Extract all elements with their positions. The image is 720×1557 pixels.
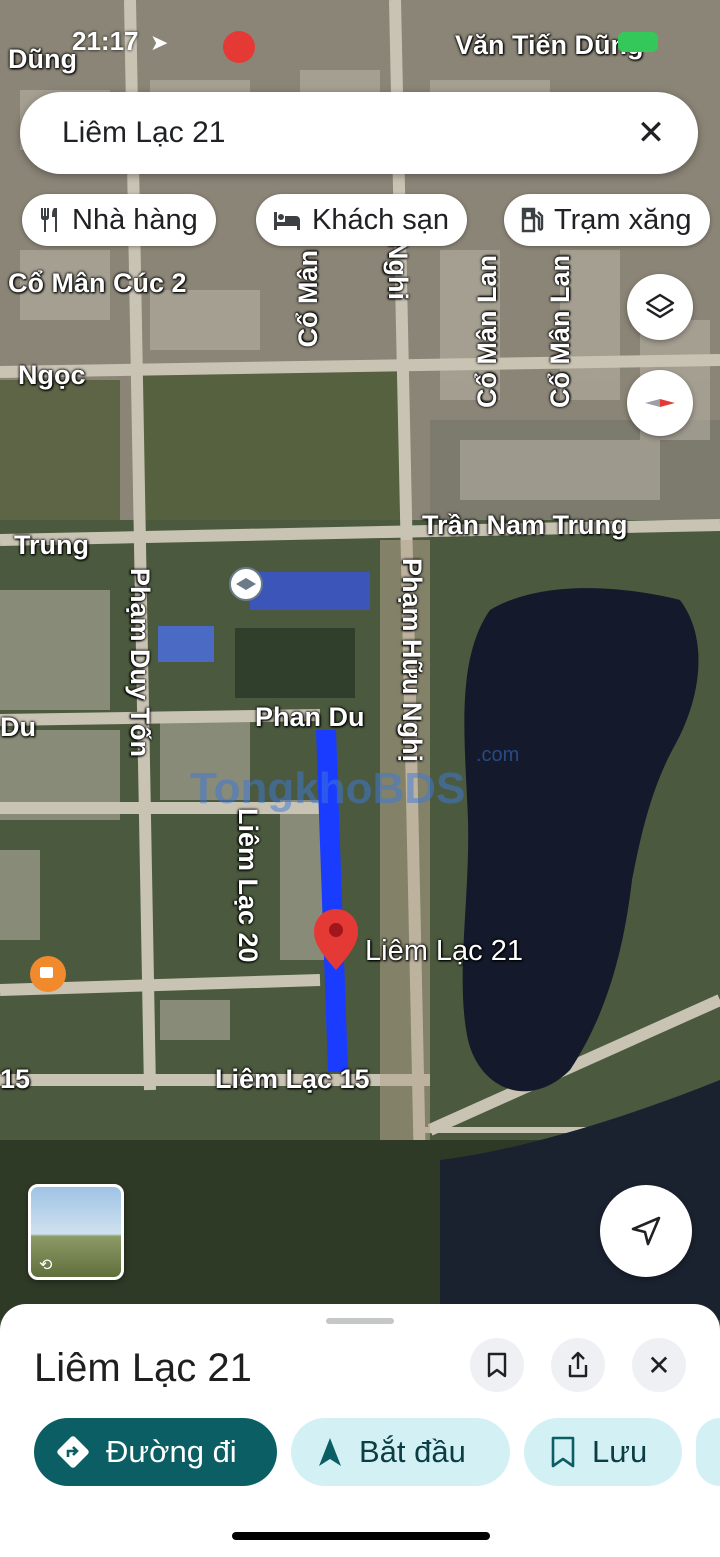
close-sheet-button[interactable]: ✕ <box>632 1338 686 1392</box>
compass-button[interactable] <box>627 370 693 436</box>
navigation-arrow-icon <box>631 1216 661 1246</box>
bookmark-icon <box>487 1352 507 1378</box>
street-view-thumbnail[interactable]: ⟲ <box>28 1184 124 1280</box>
watermark-suffix: .com <box>476 744 520 766</box>
pin-label: Liêm Lạc 21 <box>365 935 523 967</box>
rotate-360-icon: ⟲ <box>39 1257 53 1274</box>
chip-label: Khách sạn <box>312 203 450 236</box>
layers-icon <box>645 293 675 319</box>
battery-icon <box>618 32 658 52</box>
map-label: Văn Tiến Dũng <box>455 30 644 60</box>
home-indicator <box>232 1532 490 1540</box>
start-label: Bắt đầu <box>359 1434 466 1469</box>
start-button[interactable]: Bắt đầu <box>291 1418 510 1486</box>
status-time: 21:17 <box>72 26 139 56</box>
map-label: Phạm Hữu Nghị <box>397 558 427 763</box>
map-label: 15 <box>0 1064 31 1094</box>
directions-button[interactable]: Đường đi <box>34 1418 277 1486</box>
map-label: Cổ Mân Lan <box>472 255 502 408</box>
bookmark-icon <box>551 1436 575 1468</box>
map-label: Trần Nam Trung <box>422 510 628 540</box>
save-pill-button[interactable]: Lưu <box>524 1418 682 1486</box>
chip-restaurants[interactable]: Nhà hàng <box>22 194 216 246</box>
map-label: Du <box>0 712 36 742</box>
layers-button[interactable] <box>627 274 693 340</box>
chip-label: Nhà hàng <box>72 203 198 236</box>
share-icon <box>568 1351 588 1378</box>
location-arrow-icon: ➤ <box>150 30 169 55</box>
save-button[interactable] <box>470 1338 524 1392</box>
map-label: Phạm Duy Tốn <box>125 568 155 758</box>
gas-station-icon <box>521 207 544 233</box>
watermark: TongkhoBDS <box>190 764 466 813</box>
more-actions-button[interactable] <box>696 1418 720 1486</box>
map-label: Cổ Mân <box>293 250 323 348</box>
map-label: Cổ Mân Cúc 2 <box>8 268 187 298</box>
map-label: Phan Du <box>255 702 365 732</box>
sheet-drag-handle[interactable] <box>326 1318 394 1324</box>
place-title: Liêm Lạc 21 <box>34 1346 252 1390</box>
compass-icon <box>645 399 675 407</box>
share-button[interactable] <box>551 1338 605 1392</box>
hotel-icon <box>274 212 300 230</box>
map-label: Cổ Mân Lan <box>545 255 575 408</box>
map-label: Liêm Lạc 20 <box>233 808 263 963</box>
close-icon: ✕ <box>647 1349 671 1381</box>
my-location-button[interactable] <box>600 1185 692 1277</box>
search-bar[interactable]: Liêm Lạc 21 ✕ <box>20 92 698 174</box>
map-label: Trung <box>14 530 89 560</box>
save-label: Lưu <box>592 1434 648 1469</box>
chip-label: Trạm xăng <box>554 203 692 236</box>
place-sheet[interactable]: Liêm Lạc 21 ✕ Đường đi Bắt đầu Lưu <box>0 1304 720 1557</box>
map-label: Dũng <box>8 44 77 74</box>
navigation-arrow-icon <box>319 1438 341 1466</box>
map-label: Liêm Lạc 15 <box>215 1064 370 1094</box>
restaurant-icon <box>41 208 57 232</box>
map-label: Nghi <box>383 240 413 300</box>
directions-icon <box>57 1436 89 1468</box>
map-label: Ngọc <box>18 360 86 390</box>
chip-gas-stations[interactable]: Trạm xăng <box>504 194 710 246</box>
search-input[interactable]: Liêm Lạc 21 <box>62 116 225 150</box>
close-icon[interactable]: ✕ <box>626 108 676 158</box>
directions-label: Đường đi <box>106 1434 237 1469</box>
chip-hotels[interactable]: Khách sạn <box>256 194 468 246</box>
